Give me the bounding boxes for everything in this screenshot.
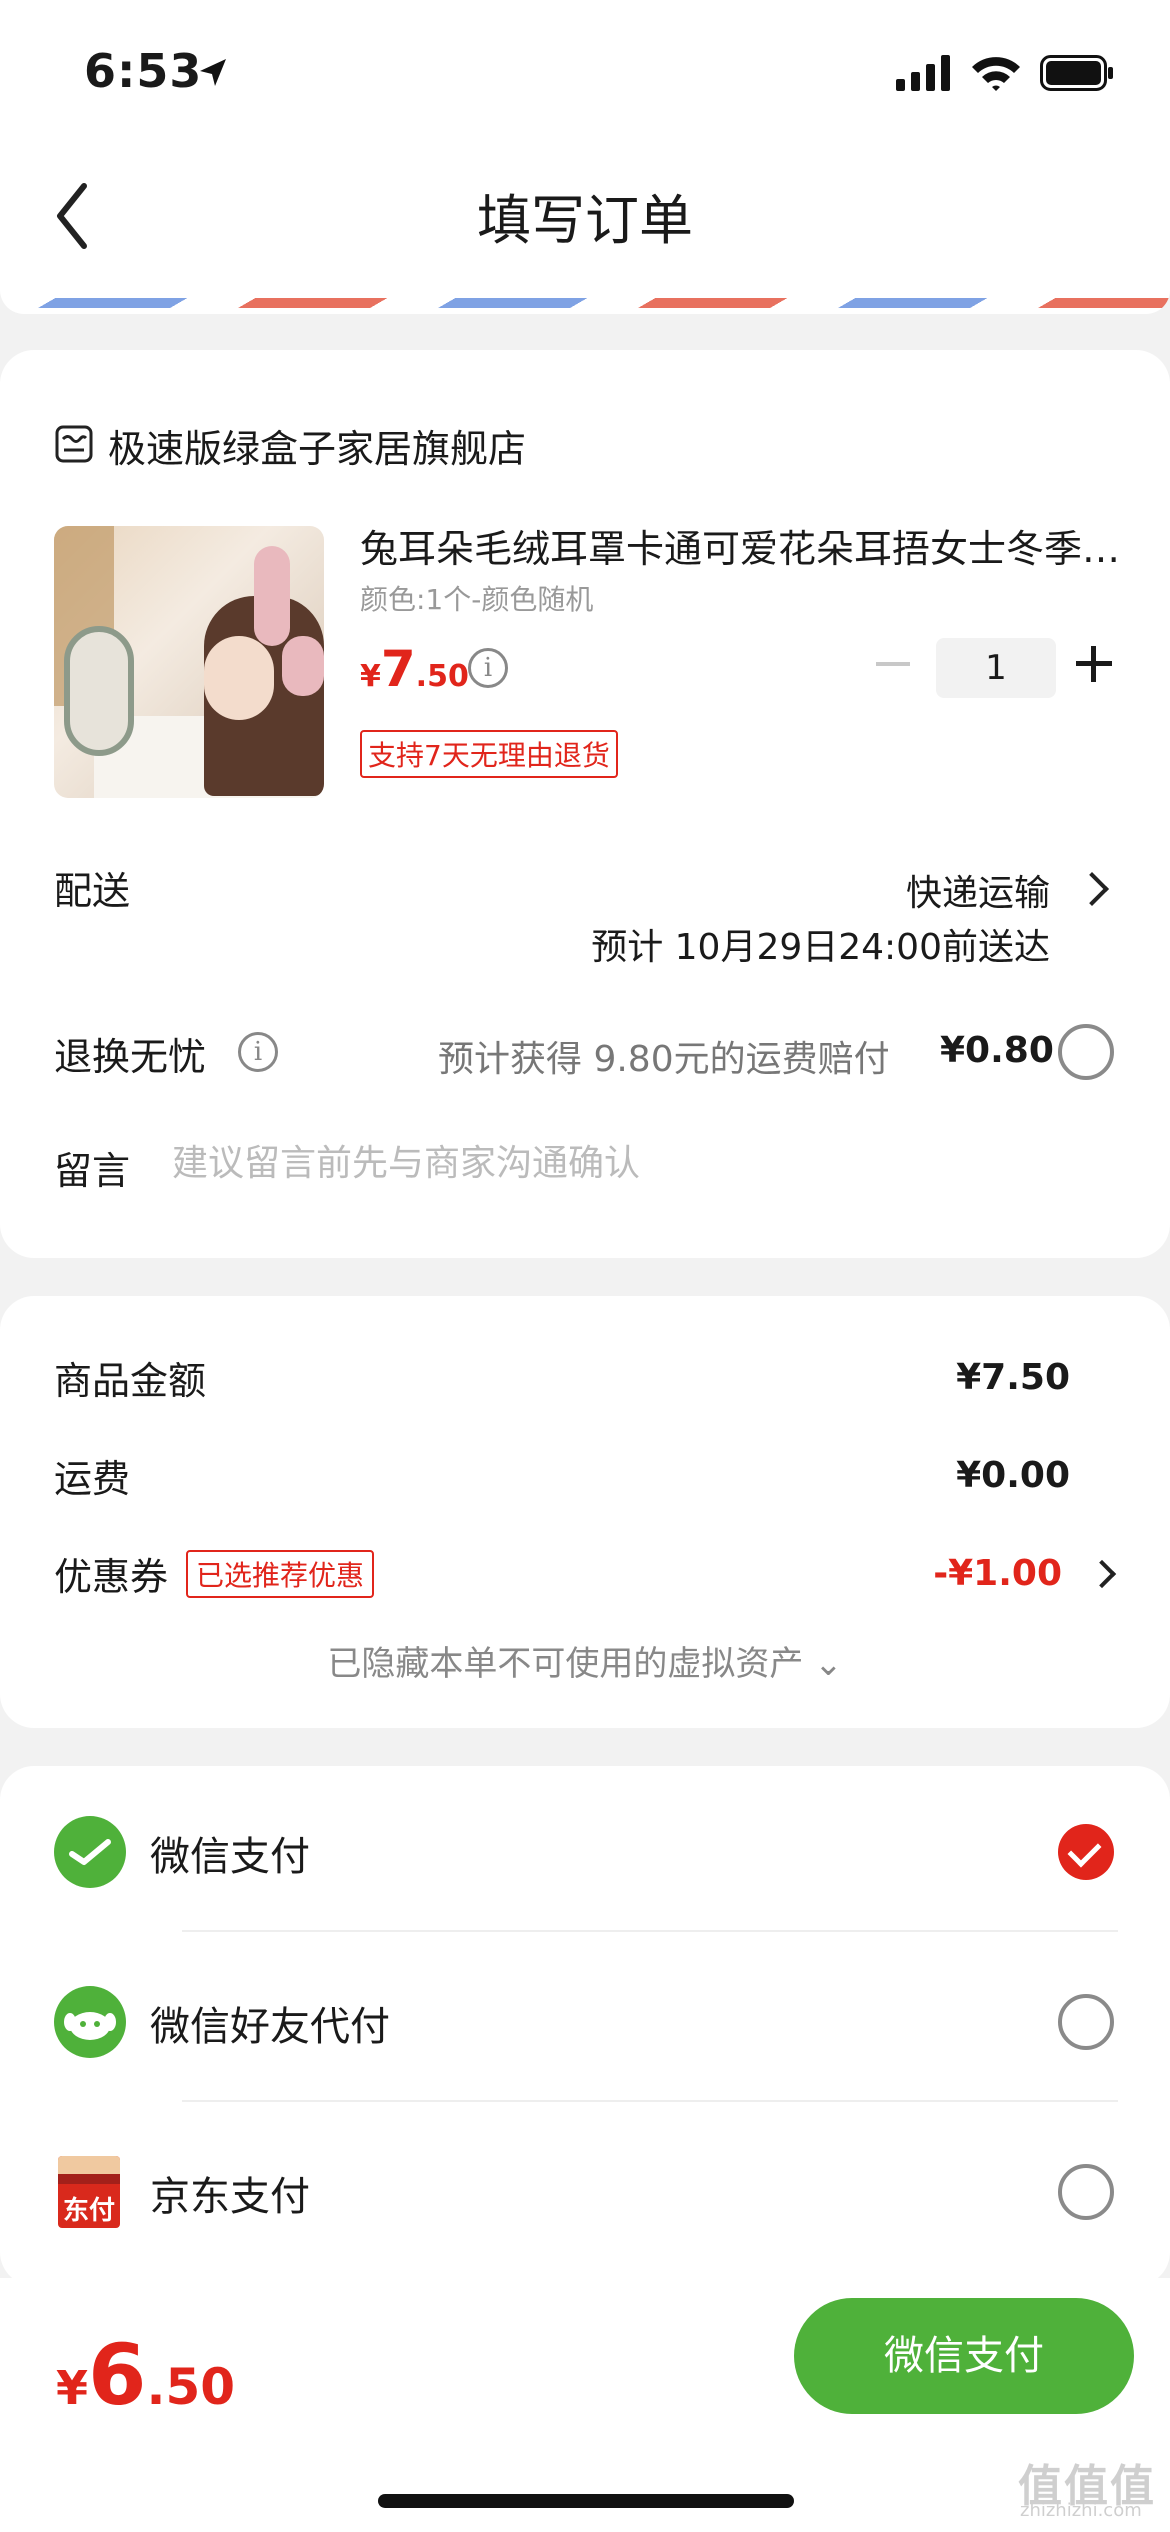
return-insurance-info-icon[interactable]: i bbox=[238, 1032, 278, 1072]
price-currency: ¥ bbox=[360, 659, 381, 694]
return-insurance-price: ¥0.80 bbox=[940, 1030, 1054, 1071]
freight-label: 运费 bbox=[54, 1457, 131, 1501]
return-insurance-label: 退换无忧 bbox=[54, 1035, 207, 1079]
battery-icon bbox=[1040, 55, 1113, 91]
status-icons bbox=[896, 54, 1114, 92]
coupon-right: -¥1.00 bbox=[933, 1553, 1117, 1594]
price-integer: 7 bbox=[380, 640, 416, 698]
signal-icon bbox=[896, 55, 950, 91]
coupon-value: -¥1.00 bbox=[933, 1553, 1062, 1594]
total-decimal: .50 bbox=[146, 2358, 236, 2416]
location-arrow-icon bbox=[200, 59, 226, 86]
pay-button[interactable]: 微信支付 bbox=[794, 2298, 1134, 2414]
shipping-chevron-icon[interactable] bbox=[1075, 872, 1109, 906]
return-insurance-radio[interactable] bbox=[1058, 1024, 1114, 1080]
goods-amount-label: 商品金额 bbox=[54, 1359, 207, 1403]
price-summary-card: 商品金额 ¥7.50 运费 ¥0.00 优惠券 已选推荐优惠 -¥1.00 已隐… bbox=[0, 1296, 1170, 1728]
watermark-url: zhizhizhi.com bbox=[1020, 2500, 1142, 2521]
order-card: 极速版绿盒子家居旗舰店 兔耳朵毛绒耳罩卡通可爱花朵耳捂女士冬季保暖 颜色:1个-… bbox=[0, 350, 1170, 1258]
address-stripe-decoration bbox=[0, 290, 1170, 314]
freight-value: ¥0.00 bbox=[956, 1455, 1070, 1496]
payment-label: 京东支付 bbox=[150, 2174, 310, 2220]
divider bbox=[182, 2100, 1118, 2102]
wechat-pay-icon bbox=[54, 1816, 126, 1888]
return-policy-badge: 支持7天无理由退货 bbox=[360, 730, 618, 778]
airmail-stripe bbox=[0, 298, 1170, 308]
shop-name[interactable]: 极速版绿盒子家居旗舰店 bbox=[108, 418, 526, 473]
quantity-increase-button[interactable] bbox=[1076, 646, 1112, 682]
return-insurance-desc: 预计获得 9.80元的运费赔付 bbox=[438, 1039, 890, 1080]
message-input[interactable] bbox=[172, 1136, 1072, 1190]
coupon-badge: 已选推荐优惠 bbox=[186, 1549, 375, 1598]
quantity-decrease-button[interactable] bbox=[876, 662, 910, 666]
hidden-assets-toggle[interactable]: 已隐藏本单不可使用的虚拟资产 ⌄ bbox=[0, 1636, 1170, 1685]
price-info-icon[interactable]: i bbox=[468, 648, 508, 688]
payment-option-wechat[interactable]: 微信支付 bbox=[0, 1766, 1170, 1936]
goods-amount-value: ¥7.50 bbox=[956, 1357, 1070, 1398]
price-decimal: .50 bbox=[415, 659, 469, 694]
product-title[interactable]: 兔耳朵毛绒耳罩卡通可爱花朵耳捂女士冬季保暖 bbox=[360, 518, 1130, 573]
payment-methods-card: 微信支付 微信好友代付 东付 京东支付 bbox=[0, 1766, 1170, 2286]
page-title: 填写订单 bbox=[477, 189, 693, 252]
status-time: 6:53 bbox=[84, 44, 203, 98]
payment-label: 微信支付 bbox=[150, 1834, 310, 1880]
shipping-label: 配送 bbox=[54, 869, 131, 913]
total-integer: 6 bbox=[88, 2326, 147, 2424]
wifi-icon bbox=[972, 57, 1020, 91]
jd-pay-icon-text: 东付 bbox=[62, 2196, 115, 2226]
message-label: 留言 bbox=[54, 1149, 131, 1193]
nav-bar: 填写订单 bbox=[0, 140, 1170, 290]
divider bbox=[182, 1930, 1118, 1932]
order-total: ¥6.50 bbox=[56, 2326, 235, 2424]
total-currency: ¥ bbox=[56, 2361, 89, 2415]
shipping-eta: 预计 10月29日24:00前送达 bbox=[591, 927, 1050, 968]
goods-amount-row: 商品金额 ¥7.50 bbox=[54, 1350, 1100, 1405]
payment-radio[interactable] bbox=[1058, 2164, 1114, 2220]
payment-label: 微信好友代付 bbox=[150, 2004, 390, 2050]
status-bar: 6:53 bbox=[0, 0, 1170, 140]
coupon-label: 优惠券 bbox=[54, 1555, 169, 1599]
coupon-row[interactable]: 优惠券 已选推荐优惠 -¥1.00 bbox=[54, 1546, 1117, 1601]
coupon-chevron-icon[interactable] bbox=[1087, 1559, 1117, 1588]
bottom-bar: ¥6.50 微信支付 bbox=[0, 2278, 1170, 2532]
shipping-method[interactable]: 快递运输 bbox=[906, 864, 1050, 916]
back-button[interactable] bbox=[44, 176, 104, 256]
payment-radio[interactable] bbox=[1058, 1994, 1114, 2050]
product-image[interactable] bbox=[54, 526, 324, 798]
shop-icon bbox=[55, 425, 93, 463]
payment-option-wechat-friend[interactable]: 微信好友代付 bbox=[0, 1936, 1170, 2106]
coupon-left: 优惠券 已选推荐优惠 bbox=[54, 1546, 375, 1601]
payment-option-jd[interactable]: 东付 京东支付 bbox=[0, 2106, 1170, 2276]
home-indicator[interactable] bbox=[378, 2494, 794, 2508]
freight-row: 运费 ¥0.00 bbox=[54, 1448, 1100, 1503]
product-spec[interactable]: 颜色:1个-颜色随机 bbox=[360, 578, 593, 618]
product-price: ¥7.50 bbox=[360, 640, 469, 698]
selected-check-icon[interactable] bbox=[1058, 1824, 1114, 1880]
wechat-friend-pay-icon bbox=[54, 1986, 126, 2058]
quantity-value[interactable]: 1 bbox=[936, 638, 1056, 698]
jd-pay-icon: 东付 bbox=[58, 2156, 120, 2228]
